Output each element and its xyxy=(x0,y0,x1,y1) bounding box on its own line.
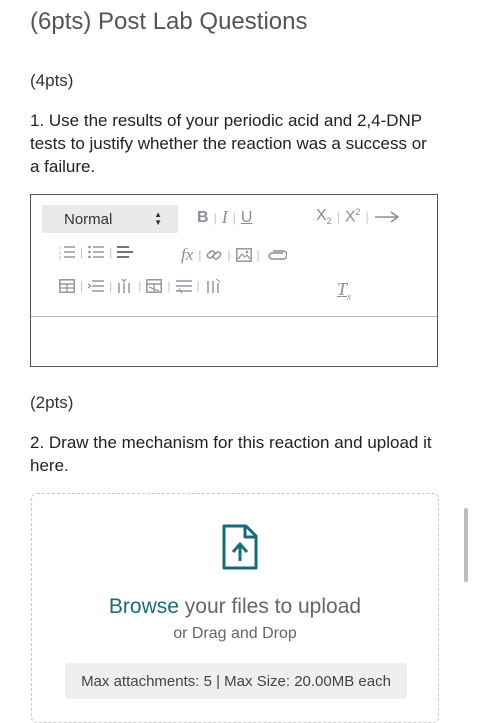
format-select-value: Normal xyxy=(64,210,113,228)
clear-format-group: Tx xyxy=(337,279,351,302)
link-icon[interactable] xyxy=(206,247,222,263)
browse-rest: your files to upload xyxy=(178,595,362,618)
subscript-mark: 2 xyxy=(326,216,332,227)
subscript-base: X xyxy=(316,207,327,225)
separator: | xyxy=(232,210,236,225)
separator: | xyxy=(80,245,84,259)
svg-text:3: 3 xyxy=(59,255,62,259)
browse-link[interactable]: Browse xyxy=(109,595,179,618)
bold-button[interactable]: B xyxy=(197,209,209,227)
unordered-list-icon[interactable] xyxy=(88,245,105,259)
insert-row-icon[interactable] xyxy=(88,279,105,293)
q1-points: (4pts) xyxy=(30,71,74,90)
text-style-group: B | I | U xyxy=(197,207,252,228)
superscript-base: X xyxy=(344,208,356,226)
separator: | xyxy=(167,279,171,293)
delete-column-icon[interactable] xyxy=(205,279,221,293)
delete-row-icon[interactable] xyxy=(175,279,192,293)
q2-points: (2pts) xyxy=(30,393,74,412)
table-icon[interactable] xyxy=(59,279,75,293)
scrollbar[interactable] xyxy=(464,508,468,582)
editor-toolbar: Normal ▲ ▼ B | I | U X2 | X2 | 123 | | f… xyxy=(31,195,437,317)
clear-format-letter: T xyxy=(337,279,348,299)
separator: | xyxy=(109,245,113,259)
separator: | xyxy=(213,210,217,225)
insert-group: fx | | | xyxy=(181,245,287,265)
upload-limits: Max attachments: 5 | Max Size: 20.00MB e… xyxy=(65,663,407,699)
drag-drop-text: or Drag and Drop xyxy=(173,625,297,642)
browse-text: Browse your files to upload xyxy=(32,595,438,619)
rich-text-editor: Normal ▲ ▼ B | I | U X2 | X2 | 123 | | f… xyxy=(30,194,438,367)
q1-text: 1. Use the results of your periodic acid… xyxy=(30,111,427,176)
superscript-mark: 2 xyxy=(355,207,361,217)
select-caret-icon: ▲ ▼ xyxy=(154,210,162,227)
separator: | xyxy=(80,279,84,293)
subscript-button[interactable]: X2 xyxy=(316,207,332,226)
clear-format-button[interactable]: Tx xyxy=(337,279,351,302)
separator: | xyxy=(138,279,142,293)
underline-button[interactable]: U xyxy=(241,209,253,227)
separator: | xyxy=(365,209,369,224)
separator: | xyxy=(256,248,260,262)
italic-button[interactable]: I xyxy=(222,207,228,228)
attachment-icon[interactable] xyxy=(265,249,287,261)
image-icon[interactable] xyxy=(235,248,252,262)
table-group: | | | | | xyxy=(59,279,221,293)
superscript-button[interactable]: X2 xyxy=(345,207,361,226)
align-icon[interactable] xyxy=(117,245,134,259)
separator: | xyxy=(336,209,340,224)
file-upload-icon xyxy=(222,524,258,575)
arrow-right-icon[interactable] xyxy=(374,211,400,223)
script-group: X2 | X2 | xyxy=(316,207,400,226)
list-group: 123 | | xyxy=(59,245,134,259)
section-title: (6pts) Post Lab Questions xyxy=(30,8,308,35)
ordered-list-icon[interactable]: 123 xyxy=(59,245,75,259)
insert-column-icon[interactable] xyxy=(117,279,133,293)
format-select[interactable]: Normal ▲ ▼ xyxy=(42,205,178,233)
separator: | xyxy=(198,248,202,262)
editor-text-area[interactable] xyxy=(31,317,437,367)
separator: | xyxy=(227,248,231,262)
clear-format-mark: x xyxy=(347,291,352,302)
upload-dropzone[interactable]: Browse your files to upload or Drag and … xyxy=(31,493,439,723)
delete-table-icon[interactable] xyxy=(146,279,163,293)
q2-text: 2. Draw the mechanism for this reaction … xyxy=(30,433,432,475)
separator: | xyxy=(196,279,200,293)
separator: | xyxy=(109,279,113,293)
formula-button[interactable]: fx xyxy=(181,245,193,265)
